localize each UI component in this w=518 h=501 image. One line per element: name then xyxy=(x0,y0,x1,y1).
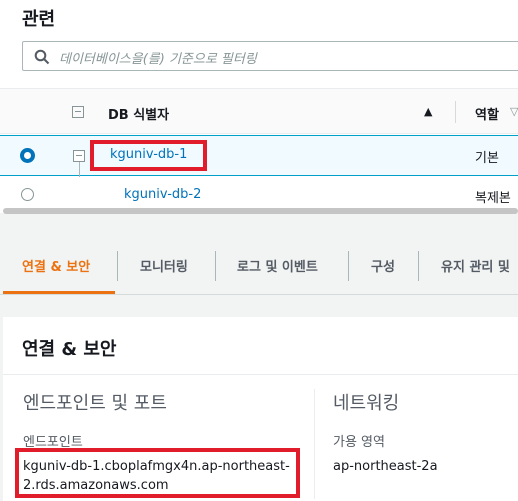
card-title: 연결 & 보안 xyxy=(22,339,117,360)
db-identifier-link[interactable]: kguniv-db-2 xyxy=(124,187,201,202)
highlight-box xyxy=(15,448,300,498)
related-panel: 관련 데이터베이스을(를) 기준으로 필터링 DB 식별자 ▲ 역할 ▽ kgu… xyxy=(0,0,518,213)
select-all-checkbox[interactable] xyxy=(72,106,84,118)
az-value: ap-northeast-2a xyxy=(333,459,438,474)
connectivity-card: 연결 & 보안 엔드포인트 및 포트 네트워킹 엔드포인트 kguniv-db-… xyxy=(3,317,518,501)
tab-logs-events[interactable]: 로그 및 이벤트 xyxy=(237,256,318,275)
table-header: DB 식별자 ▲ 역할 ▽ xyxy=(0,88,518,134)
tab-divider xyxy=(418,251,419,281)
tab-maintenance[interactable]: 유지 관리 및 xyxy=(441,256,510,275)
column-role[interactable]: 역할 xyxy=(475,104,499,123)
row-radio-selected[interactable] xyxy=(20,148,35,163)
column-db-identifier[interactable]: DB 식별자 xyxy=(108,104,169,123)
tab-divider xyxy=(117,251,118,281)
search-icon xyxy=(34,49,50,65)
filter-search[interactable]: 데이터베이스을(를) 기준으로 필터링 xyxy=(22,41,518,71)
column-divider xyxy=(314,389,315,499)
endpoint-section-title: 엔드포인트 및 포트 xyxy=(23,393,167,414)
tab-monitoring[interactable]: 모니터링 xyxy=(140,256,188,275)
row-radio[interactable] xyxy=(21,188,34,201)
sort-desc-icon[interactable]: ▽ xyxy=(510,105,518,118)
divider xyxy=(3,374,518,375)
tab-divider xyxy=(348,251,349,281)
networking-section-title: 네트워킹 xyxy=(333,393,400,414)
collapse-icon[interactable] xyxy=(73,150,85,162)
db-identifier-link[interactable]: kguniv-db-1 xyxy=(110,147,187,162)
az-label: 가용 영역 xyxy=(333,435,385,450)
search-input[interactable]: 데이터베이스을(를) 기준으로 필터링 xyxy=(59,48,257,67)
table-row[interactable]: kguniv-db-1 기본 xyxy=(0,135,518,176)
table-row[interactable]: kguniv-db-2 복제본 xyxy=(0,177,518,207)
sort-asc-icon[interactable]: ▲ xyxy=(424,105,432,118)
tab-connectivity[interactable]: 연결 & 보안 xyxy=(22,256,90,275)
related-title: 관련 xyxy=(22,9,56,30)
tab-divider xyxy=(215,251,216,281)
tab-configuration[interactable]: 구성 xyxy=(371,256,395,275)
detail-tabs: 연결 & 보안 모니터링 로그 및 이벤트 구성 유지 관리 및 xyxy=(0,236,518,296)
db-role: 복제본 xyxy=(475,191,511,206)
column-divider xyxy=(455,101,456,123)
tabs-underline xyxy=(0,294,518,295)
db-role: 기본 xyxy=(475,151,499,166)
horizontal-scrollbar[interactable] xyxy=(3,208,518,214)
